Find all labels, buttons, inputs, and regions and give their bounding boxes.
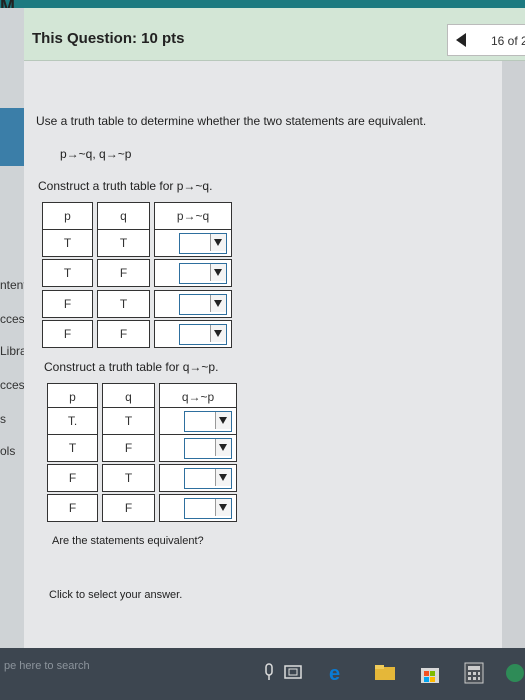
sidebar-item-library[interactable]: Libra [0, 344, 27, 358]
sidebar-item-access[interactable]: cces [0, 312, 25, 326]
top-banner: M [0, 0, 525, 16]
task-view-icon[interactable] [283, 662, 303, 682]
table1-row4-answer-dropdown[interactable] [154, 320, 232, 348]
sidebar-item-s[interactable]: s [0, 412, 6, 426]
file-explorer-icon[interactable] [374, 662, 396, 682]
chevron-down-icon[interactable] [215, 412, 231, 429]
question-header: This Question: 10 pts 16 of 20 [24, 8, 525, 61]
sidebar-item-tools[interactable]: ols [0, 444, 15, 458]
question-content: Use a truth table to determine whether t… [24, 61, 525, 648]
edge-browser-icon[interactable]: e [327, 662, 349, 684]
chevron-down-icon[interactable] [215, 499, 231, 516]
store-icon[interactable] [419, 662, 441, 684]
chevron-down-icon[interactable] [210, 264, 226, 281]
table1-cell-p: T [42, 259, 93, 287]
table2-row3-answer-dropdown[interactable] [159, 464, 237, 492]
sidebar-item-content[interactable]: ntent [0, 278, 27, 292]
chevron-down-icon[interactable] [210, 234, 226, 251]
table2-cell-p: F [47, 464, 98, 492]
chevron-down-icon[interactable] [215, 469, 231, 486]
equivalence-question: Are the statements equivalent? [52, 535, 204, 547]
table1-heading: Construct a truth table for p→~q. [38, 179, 213, 193]
previous-question-icon[interactable] [456, 33, 466, 47]
table1-header-p: p [42, 202, 93, 230]
microphone-icon[interactable] [262, 662, 276, 682]
table2-cell-p: T [47, 434, 98, 462]
table1-cell-q: F [97, 259, 150, 287]
app-icon[interactable] [505, 662, 525, 684]
table2-cell-p: F [47, 494, 98, 522]
table1-row3-answer-dropdown[interactable] [154, 290, 232, 318]
table2-cell-q: F [102, 494, 155, 522]
svg-text:e: e [329, 663, 340, 684]
table2-cell-q: T [102, 407, 155, 435]
left-sidebar [0, 8, 24, 648]
table2-cell-q: T [102, 464, 155, 492]
windows-taskbar: pe here to search e [0, 648, 525, 700]
table1-cell-q: F [97, 320, 150, 348]
table1-row2-answer-dropdown[interactable] [154, 259, 232, 287]
table1-header-q: q [97, 202, 150, 230]
chevron-down-icon[interactable] [210, 295, 226, 312]
question-prompt: Use a truth table to determine whether t… [36, 114, 427, 128]
table2-row1-answer-dropdown[interactable] [159, 407, 237, 435]
table2-row4-answer-dropdown[interactable] [159, 494, 237, 522]
table1-cell-p: T [42, 229, 93, 257]
chevron-down-icon[interactable] [215, 439, 231, 456]
table2-row2-answer-dropdown[interactable] [159, 434, 237, 462]
sidebar-active-item[interactable] [0, 108, 24, 166]
table1-row1-answer-dropdown[interactable] [154, 229, 232, 257]
table1-cell-q: T [97, 229, 150, 257]
table1-cell-p: F [42, 290, 93, 318]
table2-heading: Construct a truth table for q→~p. [44, 360, 219, 374]
taskbar-search-box[interactable]: pe here to search [4, 660, 90, 672]
chevron-down-icon[interactable] [210, 325, 226, 342]
question-navigator: 16 of 20 [447, 24, 525, 56]
table1-cell-p: F [42, 320, 93, 348]
calculator-icon[interactable] [463, 662, 485, 684]
table2-cell-p: T. [47, 407, 98, 435]
answer-select-hint[interactable]: Click to select your answer. [49, 589, 182, 601]
table1-cell-q: T [97, 290, 150, 318]
content-scroll-edge [502, 61, 525, 648]
table2-cell-q: F [102, 434, 155, 462]
question-points-title: This Question: 10 pts [32, 30, 185, 47]
question-statements: p→~q, q→~p [60, 147, 132, 161]
question-counter: 16 of 20 [491, 34, 525, 48]
table1-header-result: p→~q [154, 202, 232, 230]
